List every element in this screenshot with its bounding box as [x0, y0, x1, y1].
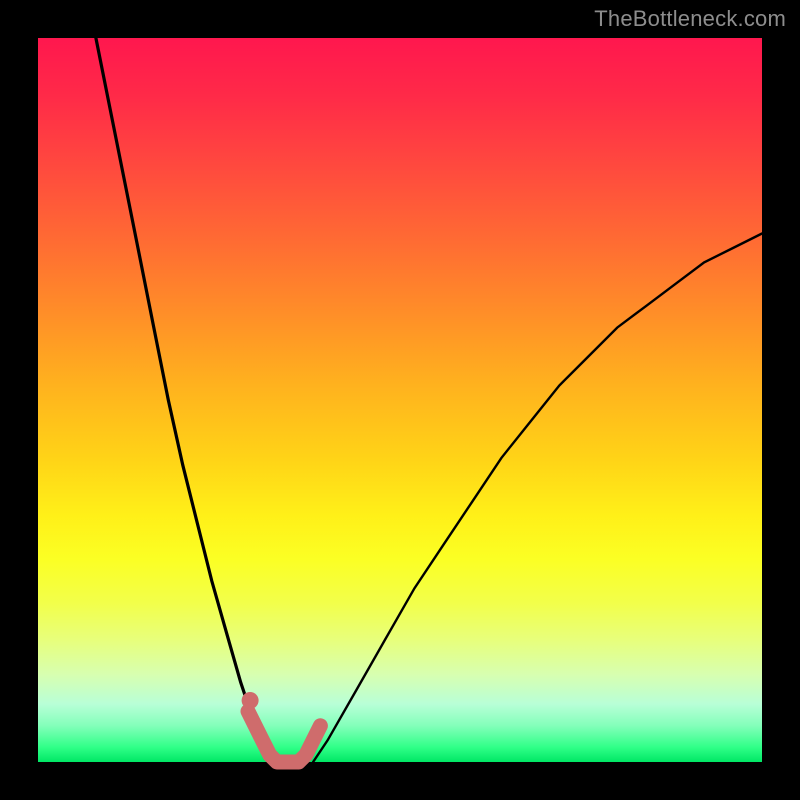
chart-svg: [38, 38, 762, 762]
watermark-text: TheBottleneck.com: [594, 6, 786, 32]
plot-area: [38, 38, 762, 762]
highlight-dot: [242, 692, 259, 709]
valley-highlight: [248, 711, 320, 762]
outer-frame: TheBottleneck.com: [0, 0, 800, 800]
curve-left: [96, 38, 270, 762]
curve-right: [313, 234, 762, 763]
